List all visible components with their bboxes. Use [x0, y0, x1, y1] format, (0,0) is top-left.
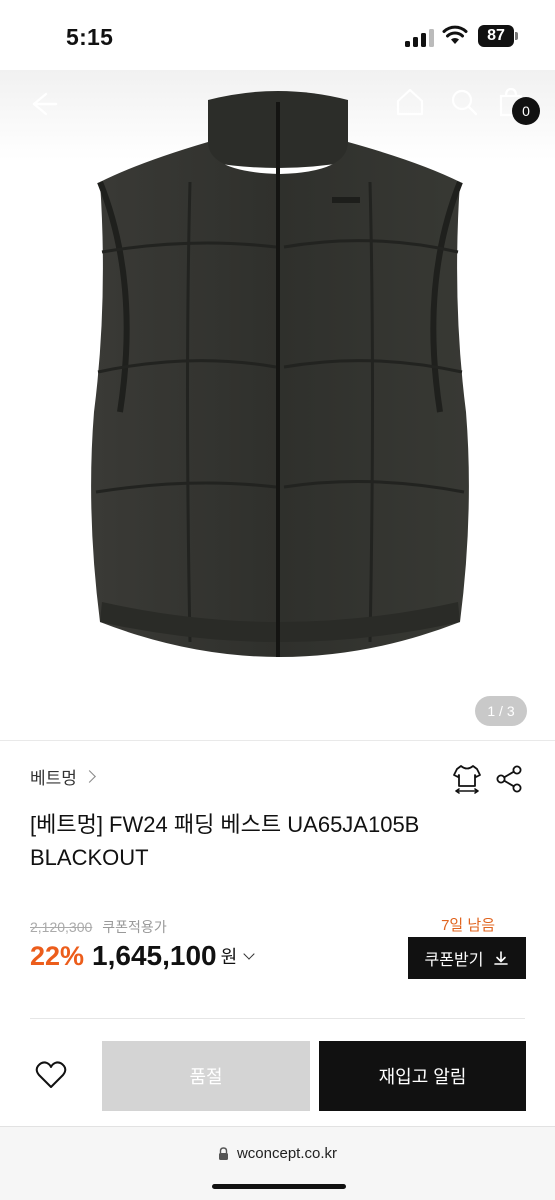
price-row[interactable]: 22% 1,645,100 원	[30, 940, 255, 972]
home-icon[interactable]	[394, 86, 426, 118]
product-image	[91, 91, 469, 657]
image-counter: 1 / 3	[475, 696, 527, 726]
original-price-row: 2,120,300 쿠폰적용가	[30, 917, 167, 937]
product-image-gallery[interactable]: 0 1 / 3	[0, 70, 555, 740]
chevron-down-icon[interactable]	[243, 948, 255, 960]
lock-icon	[218, 1147, 228, 1160]
restock-alert-label: 재입고 알림	[378, 1067, 467, 1087]
sold-out-button[interactable]: 품절	[102, 1041, 310, 1111]
wifi-icon	[442, 25, 468, 44]
chevron-right-icon	[83, 770, 96, 783]
divider	[30, 1018, 525, 1019]
status-time: 5:15	[66, 24, 114, 50]
signal-icon	[405, 29, 435, 47]
download-icon	[494, 951, 509, 965]
battery-indicator: 87	[478, 25, 514, 47]
battery-tip	[515, 32, 518, 40]
home-indicator	[212, 1184, 346, 1189]
get-coupon-button[interactable]: 쿠폰받기	[408, 937, 526, 979]
coupon-applied-label: 쿠폰적용가	[102, 919, 167, 935]
brand-link[interactable]: 베트멍	[30, 764, 96, 789]
share-icon[interactable]	[494, 764, 524, 794]
top-navigation: 0	[0, 70, 555, 140]
heart-icon[interactable]	[34, 1060, 68, 1090]
cart-count-badge: 0	[512, 97, 540, 125]
discount-rate: 22%	[30, 940, 85, 971]
sale-price: 1,645,100	[92, 940, 217, 971]
original-price: 2,120,300	[30, 919, 93, 935]
product-title: [베트멍] FW24 패딩 베스트 UA65JA105B BLACKOUT	[30, 812, 420, 870]
restock-alert-button[interactable]: 재입고 알림	[319, 1041, 526, 1111]
url-text: wconcept.co.kr	[236, 1145, 338, 1162]
purchase-action-bar: 품절 재입고 알림	[0, 1022, 555, 1124]
search-icon[interactable]	[448, 86, 480, 118]
brand-name: 베트멍	[30, 769, 77, 788]
get-coupon-label: 쿠폰받기	[424, 952, 484, 969]
browser-url-bar[interactable]: wconcept.co.kr	[0, 1126, 555, 1200]
back-arrow-icon[interactable]	[26, 86, 62, 122]
divider	[0, 740, 555, 741]
url-display[interactable]: wconcept.co.kr	[0, 1145, 555, 1162]
currency-unit: 원	[220, 947, 238, 967]
status-bar: 5:15 87	[0, 0, 555, 70]
coupon-days-left: 7일 남음	[441, 917, 495, 934]
size-guide-icon[interactable]	[450, 762, 484, 796]
sold-out-label: 품절	[189, 1067, 223, 1087]
